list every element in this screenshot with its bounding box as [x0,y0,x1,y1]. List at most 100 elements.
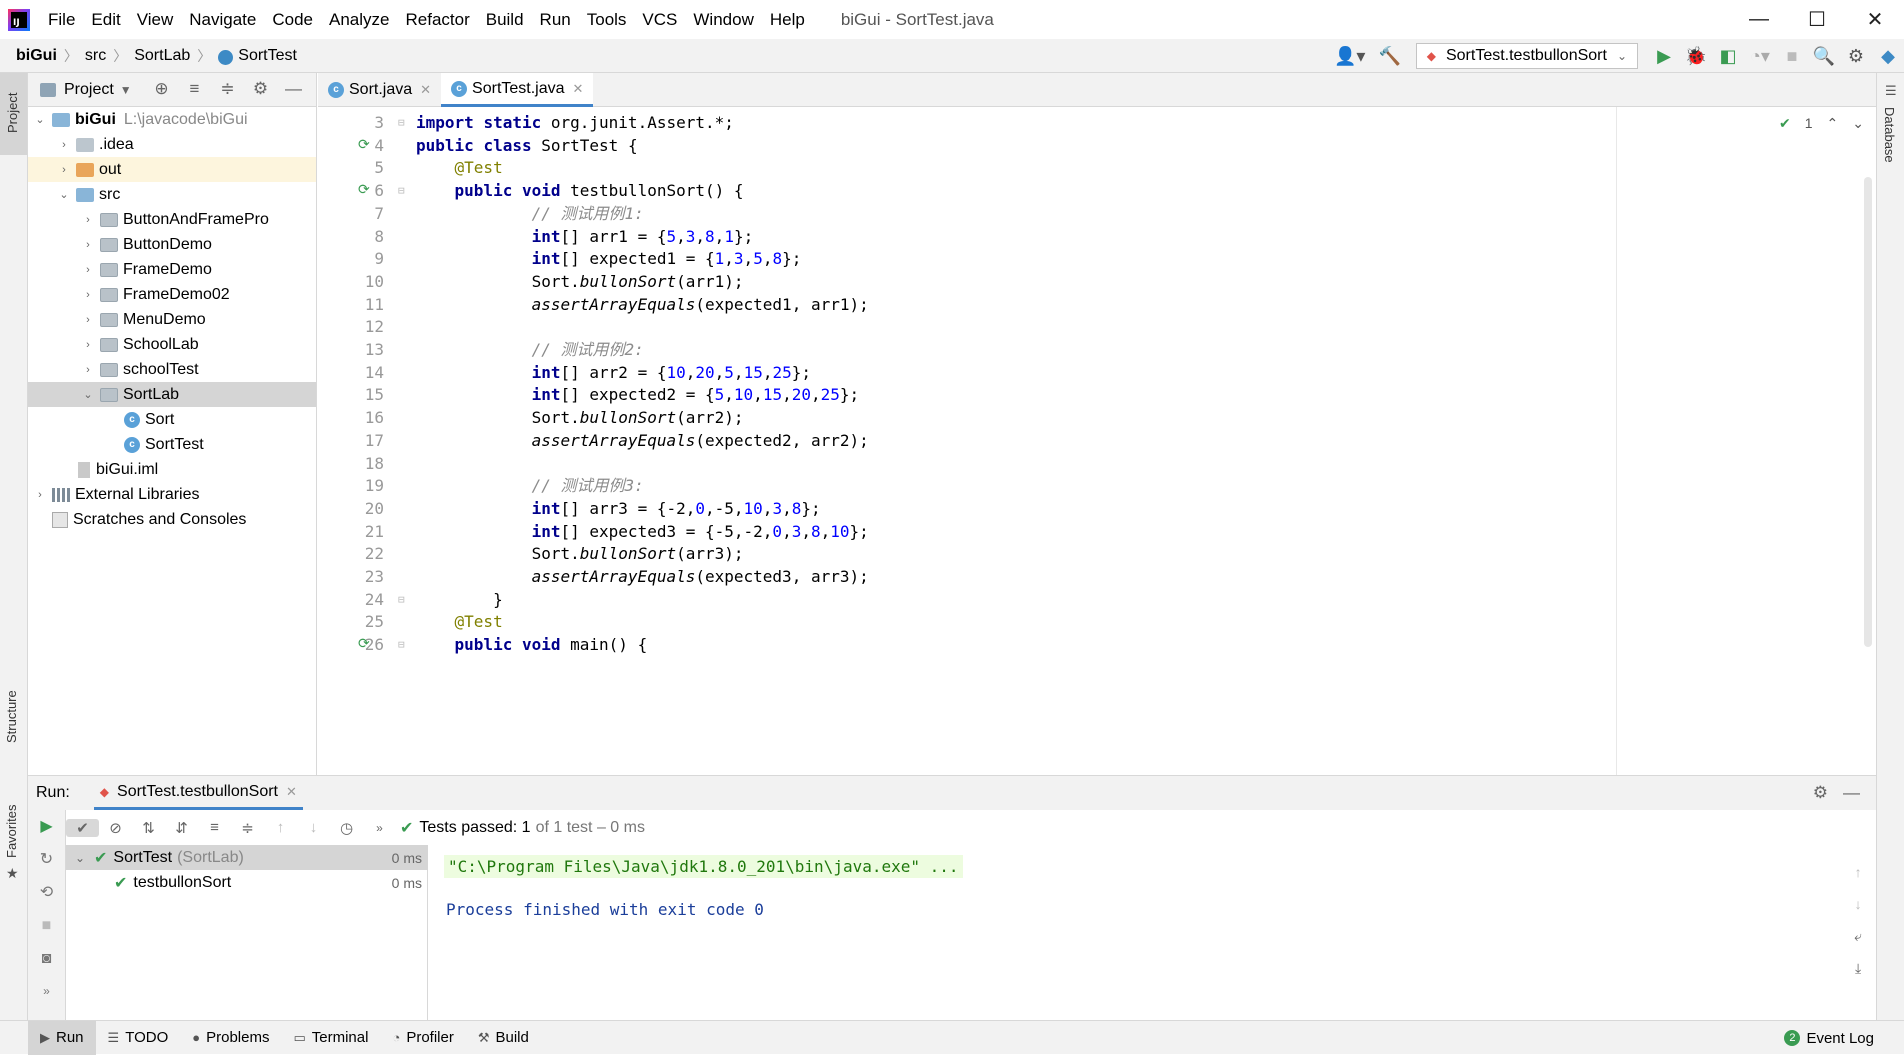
run-tab[interactable]: ◆ SortTest.testbullonSort ✕ [93,776,303,810]
menu-navigate[interactable]: Navigate [181,0,264,39]
gear-icon[interactable]: ⚙ [1813,783,1828,803]
structure-tab[interactable]: Structure [4,663,19,743]
prev-test-icon[interactable]: ↑ [264,819,297,836]
breadcrumb-project[interactable]: biGui [16,47,57,65]
profile-icon[interactable]: ◔▾ [1744,46,1776,67]
search-icon[interactable]: 🔍 [1808,46,1840,67]
terminal-tool-button[interactable]: ▭ Terminal [281,1021,380,1055]
test-suite-row[interactable]: ⌄ ✔ SortTest (SortLab) 0 ms [66,845,428,870]
history-clock-icon[interactable]: ◷ [330,819,363,837]
scroll-to-end-icon[interactable]: ⤓ [1854,952,1862,984]
sort-duration-icon[interactable]: ⇵ [165,819,198,837]
todo-tool-button[interactable]: ☰ TODO [96,1021,181,1055]
camera-icon[interactable]: ◙ [28,942,65,975]
sort-alpha-icon[interactable]: ⇅ [132,819,165,837]
code-line[interactable]: 26 ⟳ ⊟ public void main() { [318,631,1618,659]
tree-item-src[interactable]: ⌄ src [28,182,316,207]
chevron-up-icon[interactable]: ⌃ [1827,115,1839,132]
soft-wrap-icon[interactable]: ⤶ [1854,920,1862,952]
run-configuration-selector[interactable]: ◆ SortTest.testbullonSort ⌄ [1415,43,1638,69]
menu-build[interactable]: Build [478,0,532,39]
menu-code[interactable]: Code [264,0,321,39]
fold-marker-icon[interactable]: ⊟ [398,631,405,659]
show-passed-icon[interactable]: ✔ [66,818,99,837]
close-button[interactable]: ✕ [1846,0,1904,39]
build-tool-button[interactable]: ⚒ Build [466,1021,541,1055]
menu-vcs[interactable]: VCS [634,0,685,39]
down-arrow-icon[interactable]: ↓ [1854,888,1862,920]
expand-all-icon[interactable]: ≡ [198,819,231,836]
database-tab[interactable]: Database [1882,107,1897,163]
rerun-failed-icon[interactable]: ↻ [28,843,65,876]
close-tab-icon[interactable]: ✕ [286,784,297,800]
coverage-icon[interactable]: ◧ [1712,46,1744,67]
menu-help[interactable]: Help [762,0,813,39]
profiler-tool-button[interactable]: ◔ Profiler [380,1021,465,1055]
collapse-all-icon[interactable]: ≑ [231,819,264,837]
build-hammer-icon[interactable]: 🔨 [1374,46,1406,67]
menu-file[interactable]: File [40,0,83,39]
editor-scrollbar[interactable] [1864,177,1872,647]
run-icon[interactable]: ▶ [1648,46,1680,67]
tree-item-package[interactable]: › ButtonAndFramePro [28,207,316,232]
rerun-icon[interactable]: ▶ [28,810,65,843]
tree-item-package[interactable]: › FrameDemo [28,257,316,282]
tree-item-bigui[interactable]: ⌄ biGui L:\javacode\biGui [28,107,316,132]
tree-item-idea[interactable]: › .idea [28,132,316,157]
tree-item-out[interactable]: › out [28,157,316,182]
tree-item-sort[interactable]: c Sort [28,407,316,432]
inspection-widget[interactable]: ✔ 1 ⌃ ⌄ [1779,115,1864,132]
gear-icon[interactable]: ⚙ [244,79,277,99]
tree-item-sorttest[interactable]: c SortTest [28,432,316,457]
tree-item-package[interactable]: › schoolTest [28,357,316,382]
hide-icon[interactable]: — [277,79,310,99]
tree-item-scratches[interactable]: Scratches and Consoles [28,507,316,532]
tree-item-external-libraries[interactable]: › External Libraries [28,482,316,507]
tree-item-package[interactable]: › SchoolLab [28,332,316,357]
toggle-auto-test-icon[interactable]: ⟲ [28,876,65,909]
expand-all-icon[interactable]: ≡ [178,79,211,99]
project-panel-title[interactable]: Project [64,81,114,99]
breadcrumb-class[interactable]: SortTest [238,47,297,65]
plugin-icon[interactable]: ◆ [1872,46,1904,67]
project-tool-tab[interactable]: Project [0,73,27,155]
maximize-button[interactable]: ☐ [1788,0,1846,39]
collapse-all-icon[interactable]: ≑ [211,79,244,99]
more-icon[interactable]: » [28,975,65,1008]
stop-icon[interactable]: ■ [1776,46,1808,67]
minimize-button[interactable]: — [1730,0,1788,39]
user-icon[interactable]: 👤▾ [1334,46,1366,67]
hide-icon[interactable]: — [1843,783,1860,803]
more-icon[interactable]: » [363,821,396,835]
tab-sort-java[interactable]: c Sort.java ✕ [318,73,441,107]
favorites-tab[interactable]: Favorites [4,805,19,858]
tree-item-package[interactable]: › FrameDemo02 [28,282,316,307]
next-test-icon[interactable]: ↓ [297,819,330,836]
up-arrow-icon[interactable]: ↑ [1854,856,1862,888]
run-test-gutter-icon[interactable]: ⟳ [358,631,370,659]
console-output[interactable]: "C:\Program Files\Java\jdk1.8.0_201\bin\… [436,845,1846,1021]
tree-item-package[interactable]: › MenuDemo [28,307,316,332]
breadcrumb-package[interactable]: SortLab [134,47,190,65]
code-editor[interactable]: ✔ 1 ⌃ ⌄ 3 ⊟ import static org.junit.Assert… [318,107,1876,775]
tree-item-iml[interactable]: biGui.iml [28,457,316,482]
run-tool-button[interactable]: ▶ Run [28,1020,96,1055]
tree-item-package[interactable]: › ButtonDemo [28,232,316,257]
close-tab-icon[interactable]: ✕ [573,81,584,97]
menu-view[interactable]: View [129,0,182,39]
tab-sorttest-java[interactable]: c SortTest.java ✕ [441,73,594,107]
stop-icon[interactable]: ■ [28,909,65,942]
test-case-row[interactable]: ✔ testbullonSort 0 ms [66,870,428,895]
settings-gear-icon[interactable]: ⚙ [1840,46,1872,67]
debug-icon[interactable]: 🐞 [1680,46,1712,67]
menu-tools[interactable]: Tools [579,0,635,39]
tree-item-sortlab[interactable]: ⌄ SortLab [28,382,316,407]
menu-run[interactable]: Run [532,0,579,39]
problems-tool-button[interactable]: ● Problems [180,1021,281,1055]
breadcrumb-src[interactable]: src [85,47,106,65]
menu-analyze[interactable]: Analyze [321,0,397,39]
event-log-button[interactable]: 2 Event Log [1784,1021,1874,1055]
menu-window[interactable]: Window [685,0,761,39]
chevron-down-icon[interactable]: ⌄ [1852,115,1864,132]
locate-target-icon[interactable]: ⊕ [145,79,178,99]
